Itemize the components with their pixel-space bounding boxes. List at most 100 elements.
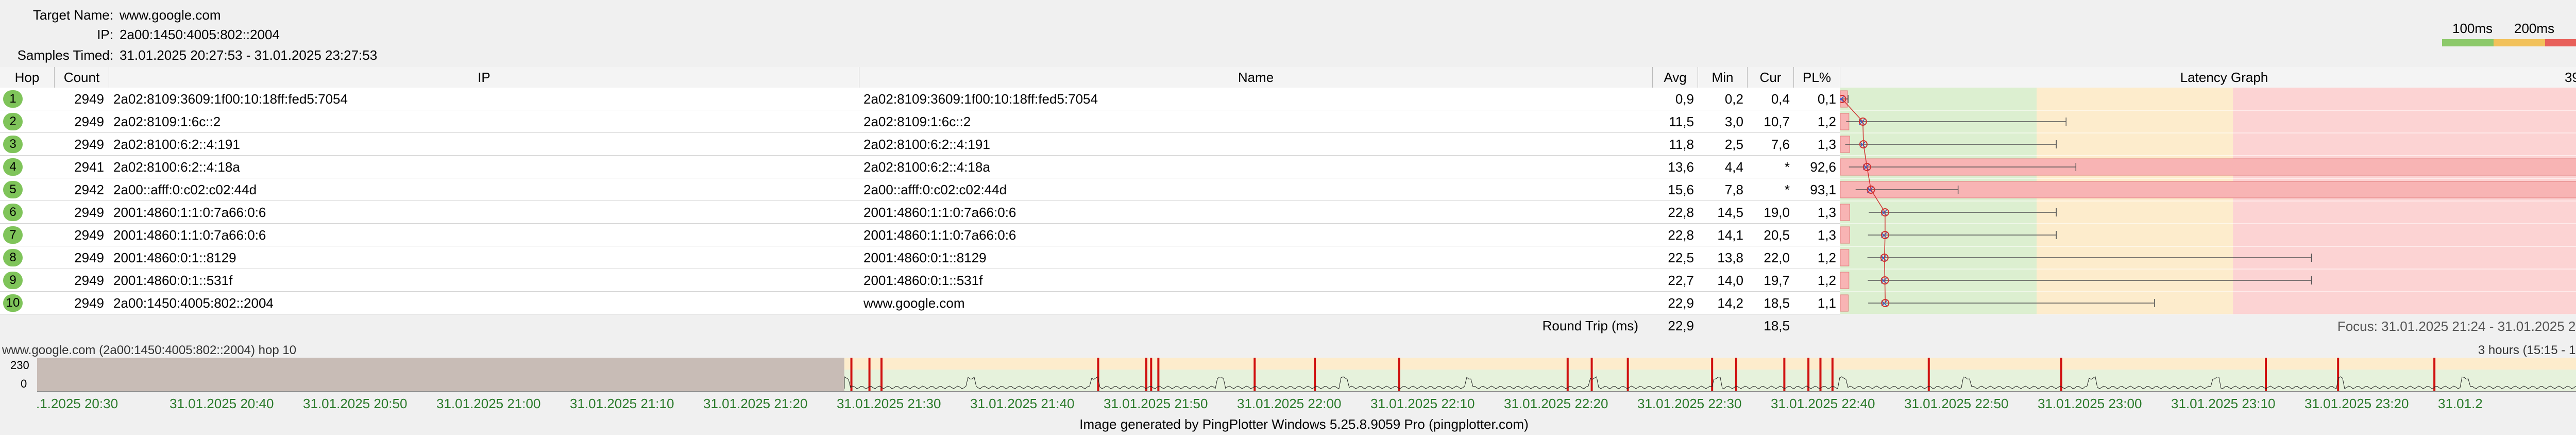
hop-circle: 5 <box>3 181 23 198</box>
packet-loss-marker <box>1566 358 1569 392</box>
hop-circle: 2 <box>3 113 23 130</box>
packet-loss-bar <box>1840 249 1850 266</box>
min-cell: 7,8 <box>1724 182 1743 197</box>
count-cell: 2949 <box>74 273 104 288</box>
column-header-ip[interactable]: IP <box>109 67 859 88</box>
cur-cell: 18,5 <box>1764 295 1790 311</box>
timeline-unfocused-region <box>37 358 844 392</box>
min-cell: 14,5 <box>1717 205 1743 220</box>
pl-cell: 93,1 <box>1810 182 1836 197</box>
count-cell: 2949 <box>74 91 104 107</box>
count-cell: 2942 <box>74 182 104 197</box>
name-cell: 2001:4860:1:1:0:7a66:0:6 <box>863 205 1016 220</box>
hop-circle: 3 <box>3 136 23 153</box>
timeline-range[interactable]: 3 hours (15:15 - 18:15) <box>2478 343 2576 358</box>
packet-loss-bar <box>1840 226 1850 244</box>
table-row[interactable]: 7 2949 2001:4860:1:1:0:7a66:0:6 2001:4860:1… <box>0 224 1840 246</box>
packet-loss-marker <box>1145 358 1148 392</box>
latency-graph-title: Latency Graph <box>2180 70 2268 85</box>
table-row[interactable]: 6 2949 2001:4860:1:1:0:7a66:0:6 2001:4860:1… <box>0 201 1840 224</box>
round-trip-avg: 22,9 <box>1668 318 1694 333</box>
packet-loss-marker <box>2265 358 2267 392</box>
packet-loss-bar <box>1840 204 1850 221</box>
timeline-tick-label: 31.01.2025 22:20 <box>1504 396 1608 411</box>
packet-loss-marker <box>1783 358 1786 392</box>
column-header-latency-graph[interactable]: Latency Graph 391ms <box>1840 67 2576 88</box>
count-cell: 2949 <box>74 295 104 311</box>
current-marker: × <box>1840 93 1845 105</box>
hop-circle: 8 <box>3 249 23 266</box>
count-cell: 2949 <box>74 137 104 152</box>
table-row[interactable]: 10 2949 2a00:1450:4005:802::2004 www.google… <box>0 292 1840 314</box>
column-header-min[interactable]: Min <box>1698 67 1748 88</box>
min-cell: 14,0 <box>1717 273 1743 288</box>
name-cell: 2a00::afff:0:c02:c02:44d <box>863 182 1007 197</box>
timeline-tick-label: 31.01.2025 22:50 <box>1904 396 2009 411</box>
ip-cell: 2a02:8109:1:6c::2 <box>113 114 221 129</box>
table-row[interactable]: 9 2949 2001:4860:0:1::531f 2001:4860:0:1::5… <box>0 269 1840 292</box>
avg-cell: 22,5 <box>1668 250 1694 265</box>
timeline-panel[interactable]: www.google.com (2a00:1450:4005:802::2004… <box>0 340 2576 412</box>
min-cell: 14,2 <box>1717 295 1743 311</box>
timeline-tick-label: 31.01.2025 20:50 <box>303 396 408 411</box>
pl-cell: 1,2 <box>1817 114 1836 129</box>
avg-cell: 15,6 <box>1668 182 1694 197</box>
ip-value: 2a00:1450:4005:802::2004 <box>120 27 280 42</box>
cur-cell: 0,4 <box>1771 91 1790 107</box>
packet-loss-marker <box>880 358 883 392</box>
name-cell: 2001:4860:0:1::8129 <box>863 250 987 265</box>
name-cell: www.google.com <box>863 295 965 311</box>
round-trip-label: Round Trip (ms) <box>1542 318 1638 333</box>
min-cell: 4,4 <box>1724 159 1743 175</box>
column-header-avg[interactable]: Avg <box>1653 67 1698 88</box>
table-row[interactable]: 2 2949 2a02:8109:1:6c::2 2a02:8109:1:6c::2 1… <box>0 110 1840 133</box>
timeline-tick-label: 31.01.2025 23:00 <box>2038 396 2142 411</box>
timeline-zone-yellow <box>844 358 2576 370</box>
ip-cell: 2001:4860:0:1::531f <box>113 273 233 288</box>
pl-cell: 1,2 <box>1817 273 1836 288</box>
timeline-tick-label: 31.01.2025 21:50 <box>1104 396 1208 411</box>
cur-cell: * <box>1784 159 1790 175</box>
table-row[interactable]: 3 2949 2a02:8100:6:2::4:191 2a02:8100:6:2::… <box>0 133 1840 156</box>
column-header-pl[interactable]: PL% <box>1794 67 1840 88</box>
column-header-count[interactable]: Count <box>55 67 109 88</box>
timeline-tick-label: 31.01.2025 21:30 <box>837 396 941 411</box>
min-cell: 13,8 <box>1717 250 1743 265</box>
target-name-label: Target Name: <box>32 7 113 23</box>
timeline-tick-label: 31.01.2025 22:00 <box>1237 396 1342 411</box>
table-row[interactable]: 1 2949 2a02:8109:3609:1f00:10:18ff:fed5:70… <box>0 88 1840 110</box>
cur-cell: * <box>1784 182 1790 197</box>
ip-cell: 2a02:8100:6:2::4:18a <box>113 159 240 175</box>
pl-cell: 0,1 <box>1817 91 1836 107</box>
pl-cell: 1,3 <box>1817 205 1836 220</box>
count-cell: 2949 <box>74 114 104 129</box>
ip-cell: 2001:4860:1:1:0:7a66:0:6 <box>113 227 266 243</box>
column-header-cur[interactable]: Cur <box>1748 67 1794 88</box>
table-row[interactable]: 8 2949 2001:4860:0:1::8129 2001:4860:0:1::8… <box>0 246 1840 269</box>
samples-timed-value: 31.01.2025 20:27:53 - 31.01.2025 23:27:5… <box>120 47 378 63</box>
timeline-tick-label: 31.01.2025 22:40 <box>1771 396 1875 411</box>
timeline-tick-label: .1.2025 20:30 <box>36 396 118 411</box>
name-cell: 2a02:8100:6:2::4:18a <box>863 159 990 175</box>
table-row[interactable]: 5 2942 2a00::afff:0:c02:c02:44d 2a00::afff:… <box>0 178 1840 201</box>
timeline-tick-label: 31.01.2025 21:20 <box>703 396 808 411</box>
latency-graph-max: 391ms <box>2564 70 2576 85</box>
cur-cell: 20,5 <box>1764 227 1790 243</box>
ip-label: IP: <box>97 27 113 42</box>
latency-graph[interactable]: ×××××××××× <box>1840 88 2576 314</box>
count-cell: 2949 <box>74 205 104 220</box>
column-header-name[interactable]: Name <box>859 67 1653 88</box>
samples-timed-label: Samples Timed: <box>17 47 113 63</box>
scale-100ms-label: 100ms <box>2452 21 2493 36</box>
hop-circle: 7 <box>3 226 23 244</box>
timeline-y-top: 230 <box>10 359 29 372</box>
round-trip-cur: 18,5 <box>1764 318 1790 333</box>
timeline-tick-label: 31.01.2025 22:10 <box>1370 396 1475 411</box>
footer-credit: Image generated by PingPlotter Windows 5… <box>1079 416 1529 432</box>
table-row[interactable]: 4 2941 2a02:8100:6:2::4:18a 2a02:8100:6:2::… <box>0 156 1840 178</box>
timeline-chart[interactable] <box>37 358 2576 392</box>
hop-circle: 4 <box>3 158 23 176</box>
column-header-hop[interactable]: Hop <box>0 67 55 88</box>
min-cell: 14,1 <box>1717 227 1743 243</box>
count-cell: 2949 <box>74 250 104 265</box>
